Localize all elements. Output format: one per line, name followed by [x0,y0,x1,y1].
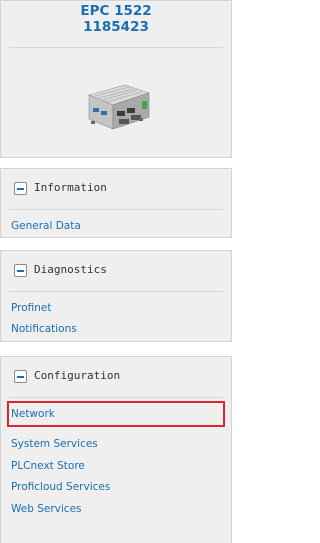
device-divider [9,47,223,48]
device-number: 1185423 [83,19,149,35]
diagnostics-panel-title: Diagnostics [34,263,107,276]
information-panel-title: Information [34,181,107,194]
nav-link-plcnext-store[interactable]: PLCnext Store [7,455,225,477]
collapse-icon[interactable] [14,182,27,195]
configuration-divider [9,397,223,398]
information-panel-header[interactable]: Information [1,169,231,209]
configuration-panel: Configuration Network System Services PL… [0,356,232,543]
nav-link-web-services[interactable]: Web Services [7,498,225,520]
nav-link-general-data[interactable]: General Data [7,215,225,237]
nav-link-notifications[interactable]: Notifications [7,318,225,340]
nav-link-proficloud-services[interactable]: Proficloud Services [7,476,225,498]
device-model: EPC 1522 [80,3,152,19]
diagnostics-panel: Diagnostics Profinet Notifications [0,250,232,342]
device-image [88,84,150,130]
diagnostics-divider [9,291,223,292]
collapse-icon[interactable] [14,264,27,277]
device-card: EPC 1522 1185423 [0,0,232,158]
information-divider [9,209,223,210]
nav-link-profinet[interactable]: Profinet [7,297,225,319]
nav-link-network[interactable]: Network [7,401,225,427]
nav-link-system-services[interactable]: System Services [7,433,225,455]
collapse-icon[interactable] [14,370,27,383]
diagnostics-panel-header[interactable]: Diagnostics [1,251,231,291]
information-panel: Information General Data [0,168,232,238]
configuration-panel-title: Configuration [34,369,121,382]
sidebar: EPC 1522 1185423 Information General Dat… [0,0,246,543]
configuration-panel-header[interactable]: Configuration [1,357,231,397]
